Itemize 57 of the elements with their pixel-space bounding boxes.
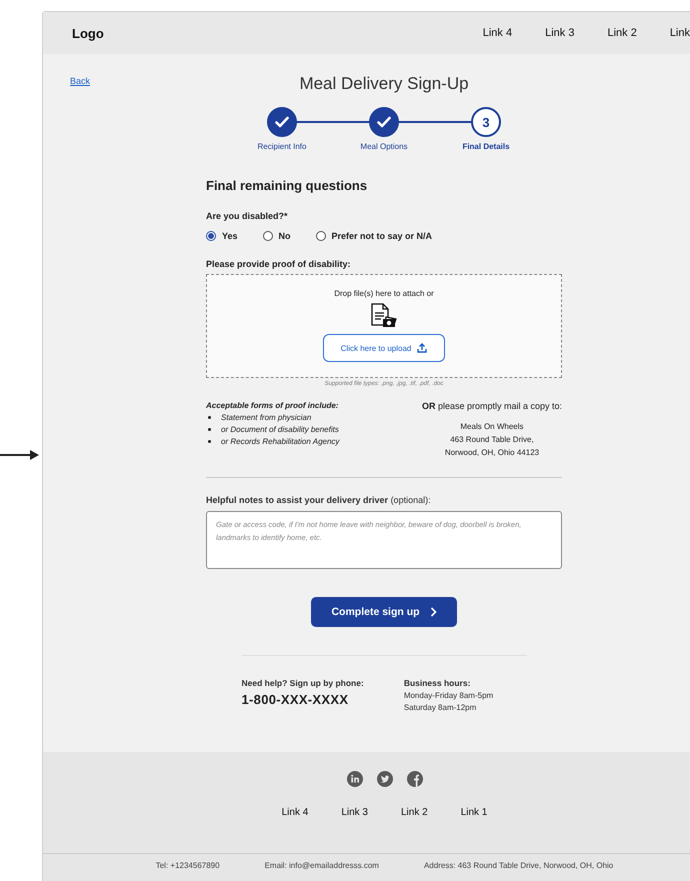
linkedin-icon[interactable]: [346, 771, 362, 787]
help-text: Need help? Sign up by phone:: [242, 678, 364, 688]
radio-button[interactable]: [316, 231, 326, 241]
page-title: Meal Delivery Sign-Up: [299, 74, 469, 94]
footer-link[interactable]: Link 4: [282, 807, 308, 818]
nav-link[interactable]: Link 3: [545, 27, 574, 39]
document-camera-icon: [369, 303, 399, 327]
facebook-icon[interactable]: [406, 771, 422, 787]
step-label: Recipient Info: [258, 142, 306, 151]
drop-zone[interactable]: Drop file(s) here to attach or Click here to upload: [206, 274, 562, 378]
drop-text: Drop file(s) here to attach or: [334, 289, 434, 298]
proof-text: or Records Rehabilitation Agency: [221, 437, 340, 446]
address-line: Norwood, OH, Ohio 44123: [444, 447, 540, 459]
upload-button[interactable]: Click here to upload: [323, 334, 445, 362]
contact-text: Address: 463 Round Table Drive, Norwood, OH, Ohio: [424, 861, 614, 872]
question-label: Are you disabled?*: [206, 211, 289, 221]
back-link[interactable]: Back: [70, 76, 90, 86]
footer-link[interactable]: Link 3: [341, 807, 368, 818]
hours-text: Monday-Friday 8am-5pm: [404, 691, 494, 700]
chevron-icon: [430, 607, 437, 617]
contact-text: Email: info@emailaddresss.com: [264, 861, 379, 872]
nav-link[interactable]: Link 4: [482, 27, 512, 39]
footer-link[interactable]: Link 2: [401, 807, 428, 818]
step-number: 3: [482, 114, 490, 130]
proof-text: or Document of disability benefits: [221, 425, 339, 434]
phone-number: 1-800-XXX-XXXX: [242, 692, 350, 707]
footer-link[interactable]: Link 1: [460, 807, 488, 818]
submit-button[interactable]: Complete sign up: [311, 597, 457, 627]
section-title: Final remaining questions: [206, 178, 368, 193]
contact-text: Tel: +1234567890: [156, 861, 220, 872]
radio-option[interactable]: Prefer not to say or N/A: [316, 231, 432, 241]
proof-text: Statement from physician: [221, 413, 312, 422]
check-icon: [275, 116, 289, 128]
logo: Logo: [72, 26, 104, 40]
nav-link[interactable]: Link: [670, 27, 690, 39]
hours-title: Business hours:: [404, 678, 472, 688]
bullet-icon: [208, 428, 211, 431]
radio-button[interactable]: [262, 231, 273, 241]
bullet-icon: [208, 416, 211, 419]
nav-link[interactable]: Link 2: [607, 27, 637, 39]
radio-button[interactable]: [206, 231, 216, 241]
arrow-icon: [0, 449, 40, 461]
step-label: Final Details: [462, 142, 510, 151]
notes-label: Helpful notes to assist your delivery driver (optional):: [206, 495, 432, 505]
bullet-icon: [208, 440, 211, 443]
proof-list-title: Acceptable forms of proof include:: [206, 401, 340, 410]
mail-title: OR please promptly mail a copy to:: [422, 401, 562, 411]
twitter-icon[interactable]: [376, 771, 392, 787]
step-label: Meal Options: [360, 142, 408, 151]
address-line: 463 Round Table Drive,: [449, 434, 535, 446]
check-icon: [377, 116, 391, 128]
upload-icon: [417, 343, 428, 353]
hours-text: Saturday 8am-12pm: [404, 703, 478, 712]
proof-label: Please provide proof of disability:: [206, 259, 352, 269]
radio-option[interactable]: Yes: [206, 231, 238, 241]
address-line: Meals On Wheels: [459, 421, 525, 433]
radio-option[interactable]: No: [262, 231, 291, 241]
